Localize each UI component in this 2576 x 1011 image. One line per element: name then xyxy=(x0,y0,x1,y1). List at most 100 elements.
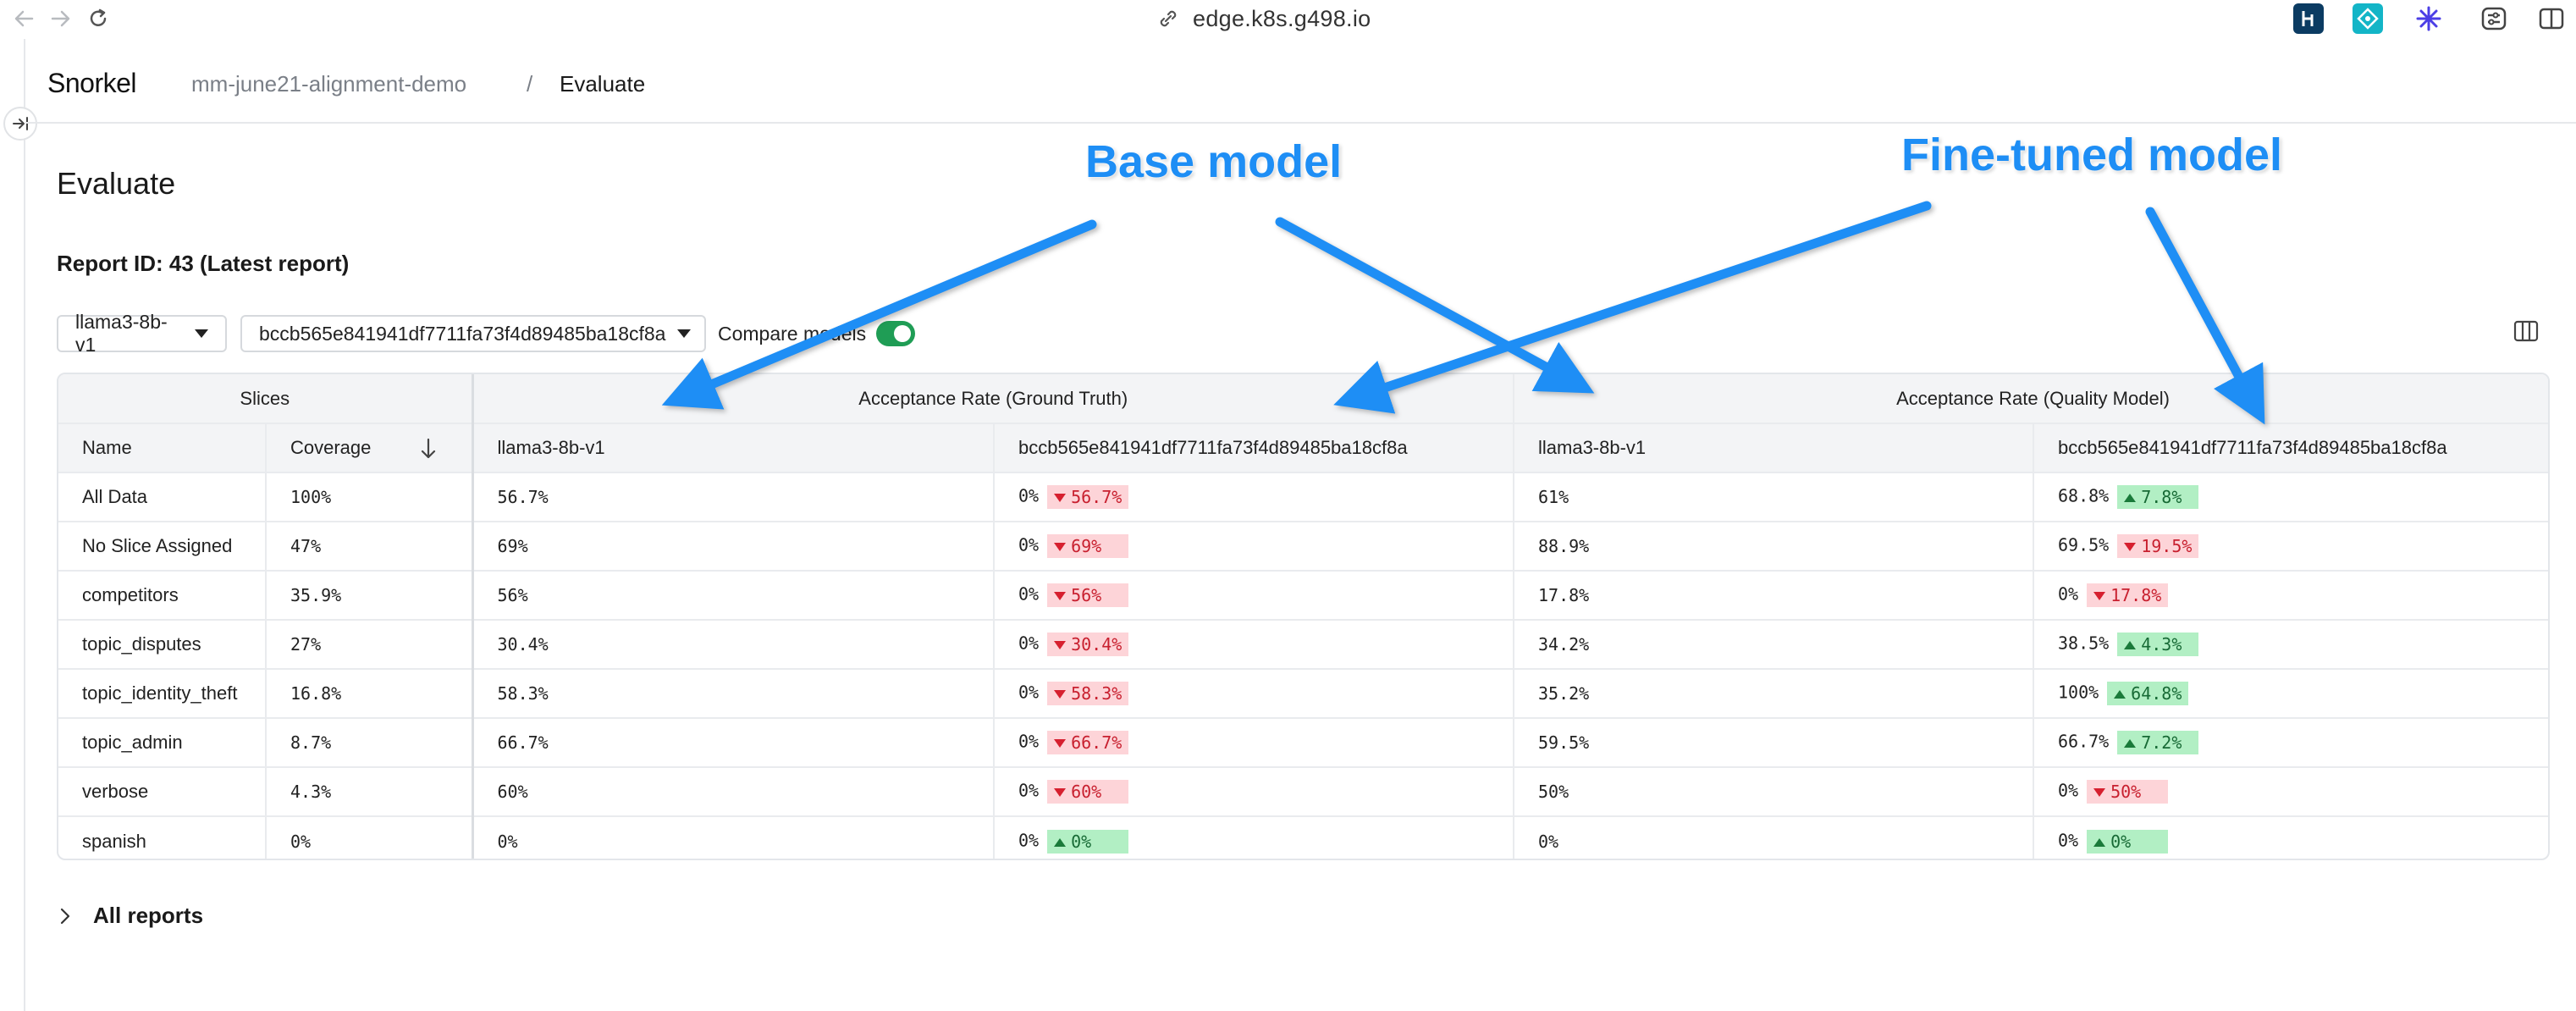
arrow-base-to-qm xyxy=(1275,217,1595,394)
forward-icon[interactable] xyxy=(44,2,78,36)
table-row: competitors 35.9% 56% 0% 56% 17.8% 0% 17.8% xyxy=(58,571,2548,621)
breadcrumb-current: Evaluate xyxy=(560,71,646,97)
delta-badge: 0% xyxy=(1047,829,1129,854)
reload-icon[interactable] xyxy=(81,2,115,36)
columns-icon[interactable] xyxy=(2513,318,2540,344)
delta-badge: 30.4% xyxy=(1047,633,1129,656)
value-text: 68.8% xyxy=(2058,485,2110,506)
column-header-gt-finetuned[interactable]: bccb565e841941df7711fa73f4d89485ba18cf8a xyxy=(994,423,1514,473)
delta-value: 56% xyxy=(1071,585,1102,605)
annotation-base-model: Base model xyxy=(1085,136,1343,187)
delta-badge: 50% xyxy=(2087,780,2169,804)
chevron-right-icon xyxy=(60,908,70,924)
value-text: 0% xyxy=(2058,583,2079,605)
extension-settings-icon[interactable] xyxy=(2479,3,2509,34)
extension-h-icon[interactable] xyxy=(2293,3,2324,34)
group-header-quality-model: Acceptance Rate (Quality Model) xyxy=(1514,374,2548,424)
delta-value: 66.7% xyxy=(1071,732,1123,753)
value-text: 38.5% xyxy=(2058,633,2110,654)
triangle-down-icon xyxy=(1054,690,1067,699)
delta-value: 69% xyxy=(1071,536,1102,556)
sort-descending-icon[interactable] xyxy=(418,436,439,461)
delta-badge: 66.7% xyxy=(1047,731,1129,754)
all-reports-toggle[interactable]: All reports xyxy=(59,903,203,929)
delta-value: 56.7% xyxy=(1071,487,1123,507)
value-text: 0% xyxy=(2058,830,2079,850)
report-id: Report ID: 43 (Latest report) xyxy=(57,251,350,276)
model-a-value: llama3-8b-v1 xyxy=(75,311,168,356)
value-text: 100% xyxy=(2058,682,2099,703)
value-text: 69.5% xyxy=(2058,534,2110,555)
compare-models-toggle[interactable] xyxy=(876,321,915,346)
value-text: 0% xyxy=(1018,830,1040,850)
delta-value: 19.5% xyxy=(2141,536,2193,556)
compare-models-label: Compare models xyxy=(718,323,867,345)
qm-base-cell: 17.8% xyxy=(1514,571,2034,621)
gt-finetuned-cell: 0% 56% xyxy=(994,571,1514,621)
app-logo[interactable]: Snorkel xyxy=(47,68,137,99)
triangle-up-icon xyxy=(2093,837,2106,847)
qm-base-cell: 34.2% xyxy=(1514,620,2034,670)
delta-badge: 17.8% xyxy=(2087,583,2169,607)
sidebar-toggle-icon[interactable] xyxy=(2536,3,2567,34)
coverage-cell: 100% xyxy=(266,472,474,522)
qm-base-cell: 50% xyxy=(1514,767,2034,817)
model-a-select[interactable]: llama3-8b-v1 xyxy=(57,311,227,356)
delta-value: 0% xyxy=(1071,831,1092,852)
column-header-gt-base[interactable]: llama3-8b-v1 xyxy=(472,423,995,473)
qm-finetuned-cell: 100% 64.8% xyxy=(2033,669,2548,719)
table-row: topic_admin 8.7% 66.7% 0% 66.7% 59.5% 66.7% 7.2… xyxy=(58,718,2548,768)
address-bar[interactable]: edge.k8s.g498.io xyxy=(1156,0,1371,37)
arrow-finetuned-to-gt xyxy=(1333,201,1932,414)
triangle-down-icon xyxy=(1054,788,1067,797)
slice-name: topic_identity_theft xyxy=(58,669,267,719)
breadcrumb-project[interactable]: mm-june21-alignment-demo xyxy=(191,71,466,97)
value-text: 66.7% xyxy=(2058,731,2110,752)
column-header-qm-finetuned[interactable]: bccb565e841941df7711fa73f4d89485ba18cf8a xyxy=(2033,423,2548,473)
delta-badge: 7.2% xyxy=(2117,731,2199,754)
chevron-down-icon xyxy=(195,329,208,338)
back-icon[interactable] xyxy=(7,2,41,36)
delta-value: 4.3% xyxy=(2141,634,2182,655)
table-row: All Data 100% 56.7% 0% 56.7% 61% 68.8% 7.8% xyxy=(58,472,2548,522)
link-icon xyxy=(1160,10,1177,27)
gt-finetuned-cell: 0% 69% xyxy=(994,522,1514,572)
gt-base-cell: 0% xyxy=(472,816,995,859)
extension-sparkle-icon[interactable] xyxy=(2413,3,2444,34)
qm-base-cell: 88.9% xyxy=(1514,522,2034,572)
slice-name: verbose xyxy=(58,767,267,817)
triangle-down-icon xyxy=(1054,592,1067,600)
slice-name: All Data xyxy=(58,472,267,522)
coverage-cell: 35.9% xyxy=(266,571,474,621)
table-row: topic_disputes 27% 30.4% 0% 30.4% 34.2% 38.5% 4… xyxy=(58,620,2548,670)
value-text: 0% xyxy=(1018,682,1040,703)
column-header-qm-base[interactable]: llama3-8b-v1 xyxy=(1514,423,2034,473)
qm-finetuned-cell: 0% 17.8% xyxy=(2033,571,2548,621)
delta-value: 7.2% xyxy=(2141,732,2182,753)
coverage-cell: 27% xyxy=(266,620,474,670)
gt-base-cell: 60% xyxy=(472,767,995,817)
triangle-up-icon xyxy=(2114,690,2126,699)
url-text: edge.k8s.g498.io xyxy=(1193,5,1371,31)
gt-finetuned-cell: 0% 60% xyxy=(994,767,1514,817)
slice-name: topic_admin xyxy=(58,718,267,768)
delta-badge: 0% xyxy=(2087,829,2169,854)
table-row: verbose 4.3% 60% 0% 60% 50% 0% 50% xyxy=(58,767,2548,817)
triangle-down-icon xyxy=(2093,788,2106,797)
triangle-down-icon xyxy=(1054,739,1067,748)
triangle-down-icon xyxy=(2124,543,2137,551)
delta-badge: 56% xyxy=(1047,583,1129,607)
value-text: 0% xyxy=(1018,583,1040,605)
column-header-name[interactable]: Name xyxy=(58,423,267,473)
value-text: 0% xyxy=(2058,780,2079,801)
table-row: topic_identity_theft 16.8% 58.3% 0% 58.3% 35.… xyxy=(58,669,2548,719)
column-header-coverage[interactable]: Coverage xyxy=(266,423,474,473)
chevron-down-icon xyxy=(677,329,692,338)
qm-finetuned-cell: 66.7% 7.2% xyxy=(2033,718,2548,768)
delta-value: 0% xyxy=(2110,831,2132,852)
delta-badge: 56.7% xyxy=(1047,485,1129,509)
model-b-select[interactable]: bccb565e841941df7711fa73f4d89485ba18cf8a xyxy=(240,315,706,352)
delta-value: 50% xyxy=(2110,782,2142,802)
slice-name: No Slice Assigned xyxy=(58,522,267,572)
extension-diamond-icon[interactable] xyxy=(2353,3,2383,34)
